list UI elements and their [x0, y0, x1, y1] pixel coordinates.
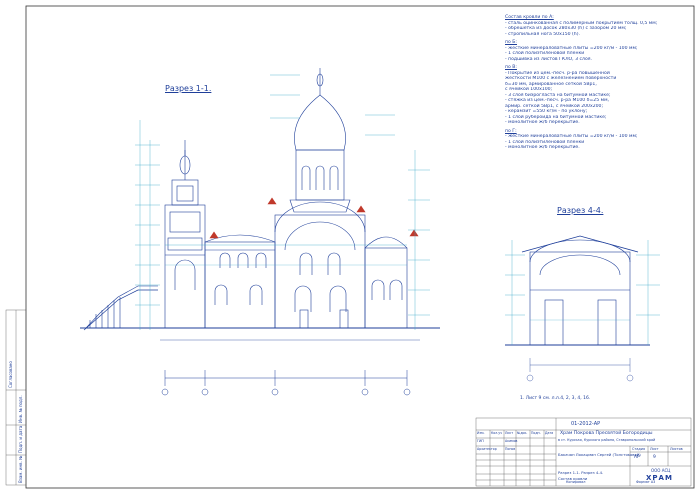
grid-axes-1-1 — [161, 370, 411, 396]
note-line: - стропильная нога 50х150 (h). — [505, 31, 580, 37]
note-line: - монолитное ж/б перекрытие. — [505, 120, 580, 125]
col-date: Дата — [545, 431, 554, 435]
col-count: Кол.уч — [491, 431, 503, 435]
footnote: 1. Лист 9 см. л.л.4, 2, 3, 4, 16. — [520, 396, 591, 401]
sheet-header: Лист — [650, 447, 659, 451]
side-sign-date: Подп. и дата — [18, 425, 23, 453]
col-docnum: №док. — [517, 431, 528, 435]
section-markers — [209, 197, 419, 239]
section-4-4-title: Разрез 4-4. — [557, 206, 604, 215]
note-line: - монолитное ж/б перекрытие. — [505, 145, 580, 150]
sheets-header: Листов — [670, 447, 683, 451]
stage-header: Стадия — [632, 447, 646, 451]
sheet-value: 9 — [653, 455, 656, 460]
note-line: - подшивка из листов ГКЛО, 3 слоя. — [505, 56, 592, 62]
gip-name: Акимов — [505, 439, 518, 443]
col-sign: Подп. — [531, 431, 541, 435]
section-1-1-title: Разрез 1-1. — [165, 84, 212, 93]
roof-composition-notes: Состав кровли по А: - сталь оцинкованная… — [505, 12, 670, 151]
col-change: Изм. — [477, 431, 485, 435]
author-line: Бакачан Локацман Сергей (Толстяковой) — [558, 452, 641, 457]
architect-name: Попов — [505, 447, 516, 451]
project-location: в ст. Курская, Курского района, Ставропо… — [558, 438, 656, 442]
title-block: 01-2012-АР Храм Покрова Пресвятой Богоро… — [476, 418, 691, 486]
side-inv: Инв. № подл. — [18, 395, 23, 423]
doc-code: 01-2012-АР — [571, 421, 601, 427]
side-replace: Взам. инв. № — [18, 455, 23, 483]
org-name: ООО АСЦ — [651, 468, 671, 473]
gip-role: ГИП — [477, 439, 484, 443]
sheet-title-1: Разрез 1-1. Разрез 4-4. — [558, 470, 604, 475]
level-marks-1-1 — [135, 74, 430, 330]
architect-role: Архитектор — [477, 447, 497, 451]
level-marks-4-4 — [505, 240, 660, 382]
col-sheet: Лист — [505, 431, 514, 435]
side-stamp-grid — [5, 309, 27, 486]
stage-value: АР — [634, 455, 640, 460]
section-4-4-drawing — [505, 235, 650, 346]
section-1-1-drawing — [80, 68, 440, 341]
copied-label: Копировал — [566, 480, 586, 484]
project-name: Храм Покрова Пресвятой Богородицы — [560, 431, 653, 436]
format-label: Формат А3 — [636, 480, 656, 484]
side-agreed: Согласовано — [8, 361, 13, 388]
